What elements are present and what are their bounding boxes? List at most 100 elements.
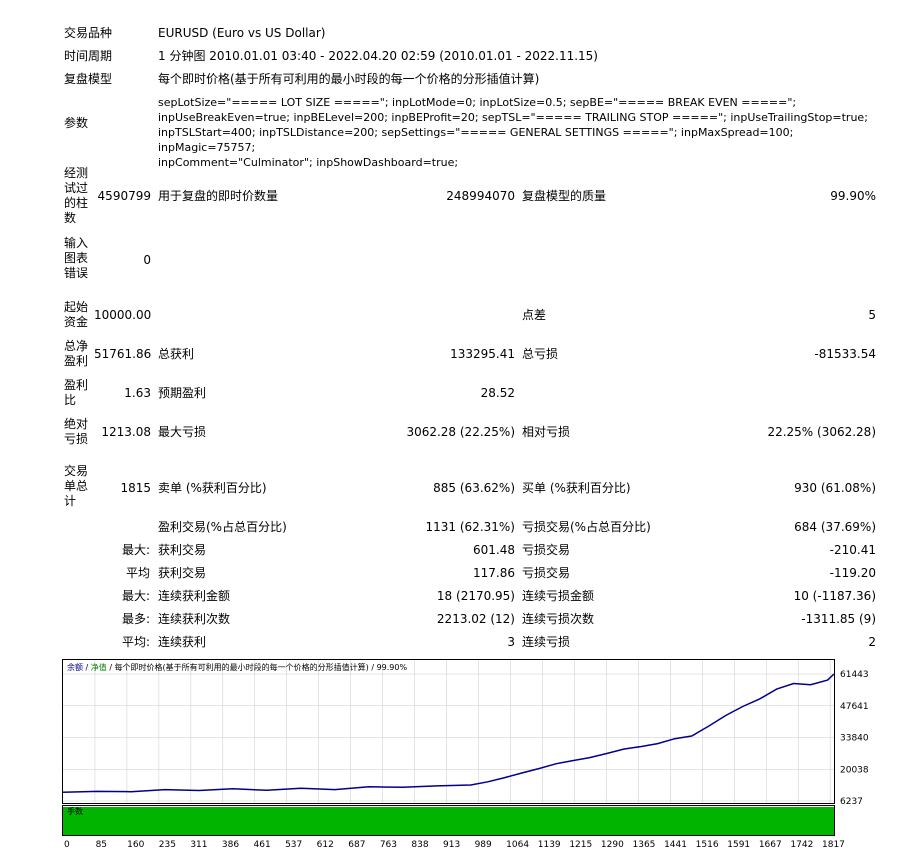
model-label: 复盘模型 [64, 72, 113, 86]
x-tick-label: 1667 [759, 840, 782, 850]
row-value-right: -119.20 [829, 566, 876, 580]
x-tick-label: 612 [317, 840, 334, 850]
row-label-right: 连续亏损金额 [522, 589, 595, 603]
x-tick-label: 1139 [538, 840, 561, 850]
net-profit-value: 51761.86 [94, 347, 152, 361]
expected-payoff-value: 28.52 [480, 386, 515, 400]
params-label: 参数 [64, 116, 89, 130]
row-label-left: 连续获利 [158, 635, 207, 649]
row-value-right: 10 (-1187.36) [793, 589, 876, 603]
relative-drawdown-value: 22.25% (3062.28) [767, 425, 876, 439]
x-tick-label: 1365 [633, 840, 656, 850]
row-value-left: 18 (2170.95) [436, 589, 515, 603]
x-tick-label: 1215 [569, 840, 592, 850]
row-value-right: -1311.85 (9) [801, 612, 876, 626]
y-tick-label: 33840 [840, 734, 869, 744]
x-tick-label: 311 [190, 840, 207, 850]
expected-payoff-label: 预期盈利 [158, 386, 207, 400]
x-tick-label: 1441 [664, 840, 687, 850]
row-value-right: 2 [868, 635, 876, 649]
legend-equity: 净值 [91, 662, 107, 672]
x-axis-ticks: 0 85 160 235 311 386 461 537 612 687 763 838 913 989 1… [64, 840, 845, 850]
maximal-drawdown-label: 最大亏损 [158, 425, 207, 439]
row-prefix: 最大: [121, 589, 150, 603]
x-tick-label: 1817 [822, 840, 845, 850]
row-label-left: 获利交易 [158, 543, 207, 557]
model-value: 每个即时价格(基于所有可利用的最小时段的每一个价格的分形插值计算) [158, 72, 540, 86]
x-tick-label: 1290 [601, 840, 624, 850]
net-profit-label: 总净 盈利 [64, 339, 89, 368]
short-positions-label: 卖单 (%获利百分比) [158, 481, 267, 495]
total-trades-value: 1815 [120, 481, 151, 495]
symbol-value: EURUSD (Euro vs US Dollar) [158, 26, 326, 40]
y-tick-label: 20038 [840, 765, 869, 775]
y-axis-ticks: 61443 47641 33840 20038 6237 [840, 670, 869, 807]
gross-loss-label: 总亏损 [522, 347, 559, 361]
row-value-left: 2213.02 (12) [436, 612, 515, 626]
row-value-left: 3 [507, 635, 515, 649]
quality-label: 复盘模型的质量 [522, 189, 607, 203]
total-trades-label: 交易 单总 计 [64, 464, 89, 508]
y-tick-label: 47641 [840, 702, 869, 712]
row-prefix: 最多: [121, 612, 150, 626]
profit-trades-value: 1131 (62.31%) [425, 520, 515, 534]
gross-profit-value: 133295.41 [450, 347, 515, 361]
spread-value: 5 [868, 308, 876, 322]
deposit-label: 起始 资金 [64, 300, 89, 329]
long-positions-value: 930 (61.08%) [794, 481, 876, 495]
gross-loss-value: -81533.54 [814, 347, 876, 361]
row-prefix: 最大: [121, 543, 150, 557]
x-tick-label: 838 [411, 840, 428, 850]
ticks-label: 用于复盘的即时价数量 [158, 189, 279, 203]
x-tick-label: 1064 [506, 840, 529, 850]
errors-value: 0 [143, 253, 151, 267]
errors-label: 输入 图表 错误 [64, 236, 89, 280]
deposit-value: 10000.00 [94, 308, 152, 322]
x-tick-label: 989 [475, 840, 492, 850]
row-value-right: -210.41 [829, 543, 876, 557]
profit-factor-label: 盈利 比 [64, 378, 89, 407]
bars-label: 经测 试过 的柱 数 [64, 166, 89, 225]
row-label-right: 亏损交易 [522, 566, 571, 580]
profit-factor-value: 1.63 [124, 386, 151, 400]
x-tick-label: 0 [64, 840, 70, 850]
spread-label: 点差 [522, 308, 547, 322]
x-tick-label: 537 [285, 840, 302, 850]
x-tick-label: 1591 [727, 840, 750, 850]
relative-drawdown-label: 相对亏损 [522, 425, 571, 439]
period-label: 时间周期 [64, 49, 113, 63]
ticks-value: 248994070 [446, 189, 515, 203]
x-tick-label: 1516 [696, 840, 719, 850]
x-tick-label: 85 [96, 840, 107, 850]
volume-label: 手数 [67, 806, 83, 816]
legend-balance: 余额 [67, 662, 83, 672]
absolute-drawdown-label: 绝对 亏损 [64, 417, 89, 446]
x-tick-label: 687 [348, 840, 365, 850]
absolute-drawdown-value: 1213.08 [101, 425, 151, 439]
symbol-label: 交易品种 [64, 26, 113, 40]
x-tick-label: 913 [443, 840, 460, 850]
loss-trades-label: 亏损交易(%占总百分比) [522, 520, 651, 534]
period-value: 1 分钟图 2010.01.01 03:40 - 2022.04.20 02:5… [158, 49, 598, 63]
row-label-left: 获利交易 [158, 566, 207, 580]
x-tick-label: 235 [159, 840, 176, 850]
row-value-left: 601.48 [473, 543, 515, 557]
quality-value: 99.90% [830, 189, 876, 203]
row-label-right: 连续亏损 [522, 635, 571, 649]
row-label-right: 连续亏损次数 [522, 612, 595, 626]
x-tick-label: 160 [127, 840, 144, 850]
x-tick-label: 763 [380, 840, 397, 850]
bars-value: 4590799 [97, 189, 151, 203]
short-positions-value: 885 (63.62%) [433, 481, 515, 495]
chart-legend: 余额 / 净值 / 每个即时价格(基于所有可利用的最小时段的每一个价格的分形插值… [67, 662, 407, 672]
row-label-left: 连续获利次数 [158, 612, 231, 626]
row-label-left: 连续获利金额 [158, 589, 231, 603]
x-tick-label: 461 [254, 840, 271, 850]
chart-frame [62, 659, 835, 804]
row-prefix: 平均 [125, 566, 150, 580]
volume-bar [63, 807, 834, 835]
row-value-left: 117.86 [473, 566, 515, 580]
row-label-right: 亏损交易 [522, 543, 571, 557]
y-tick-label: 6237 [840, 797, 863, 807]
x-tick-label: 1742 [790, 840, 813, 850]
